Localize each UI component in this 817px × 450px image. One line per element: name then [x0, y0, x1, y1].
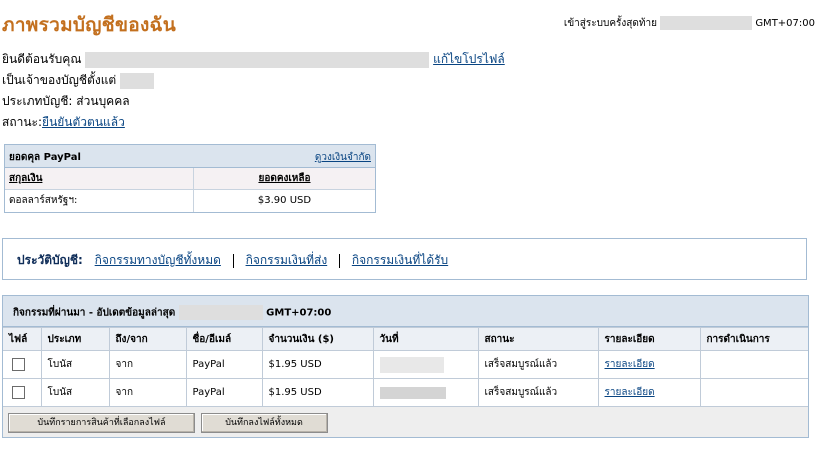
divider: [232, 253, 234, 268]
view-limits-link[interactable]: ดูวงเงินจำกัด: [315, 150, 371, 165]
redacted-last-login-date: [660, 16, 753, 30]
recent-activity-title-text: กิจกรรมที่ผ่านมา - อัปเดตข้อมูลล่าสุด: [13, 307, 176, 319]
redacted-date: [379, 356, 444, 373]
balance-amount: $3.90 USD: [257, 195, 312, 206]
row-name: PayPal: [185, 378, 263, 407]
row-checkbox[interactable]: [12, 386, 25, 399]
row-amount: $1.95 USD: [261, 350, 374, 379]
col-status: สถานะ: [477, 327, 599, 351]
redacted-owner-since-date: [120, 72, 155, 89]
owner-since-label: เป็นเจ้าของบัญชีตั้งแต่: [2, 73, 117, 87]
col-actions: การดำเนินการ: [699, 327, 808, 351]
last-login-label: เข้าสู่ระบบครั้งสุดท้าย: [563, 18, 657, 29]
activity-header-row: ไฟล์ ประเภท ถึง/จาก ชื่อ/อีเมล์ จำนวนเงิ…: [3, 327, 808, 351]
sent-activity-link[interactable]: กิจกรรมเงินที่ส่ง: [246, 253, 328, 267]
action-buttons: บันทึกรายการสินค้าที่เลือกลงไฟล์ บันทึกล…: [8, 413, 330, 433]
balance-column-headers: สกุลเงิน ยอดคงเหลือ: [5, 168, 375, 190]
col-type: ประเภท: [40, 327, 110, 351]
activity-table: ไฟล์ ประเภท ถึง/จาก ชื่อ/อีเมล์ จำนวนเงิ…: [3, 327, 808, 407]
col-name-email: ชื่อ/อีเมล์: [185, 327, 263, 351]
balance-header: ยอดคุล PayPal ดูวงเงินจำกัด: [5, 145, 375, 168]
redacted-update-date: [178, 305, 263, 320]
row-amount: $1.95 USD: [261, 378, 374, 407]
status-verified-link[interactable]: ยืนยันตัวตนแล้ว: [42, 115, 125, 129]
save-selected-button[interactable]: บันทึกรายการสินค้าที่เลือกลงไฟล์: [8, 413, 195, 433]
col-to-from: ถึง/จาก: [108, 327, 187, 351]
redacted-date: [379, 386, 446, 399]
last-login-timezone: GMT+07:00: [755, 18, 815, 29]
recent-activity-timezone: GMT+07:00: [266, 307, 332, 319]
status-label: สถานะ:: [2, 115, 43, 129]
balance-currency: ดอลลาร์สหรัฐฯ:: [5, 190, 194, 212]
row-to-from: จาก: [108, 378, 187, 407]
balance-title: ยอดคุล PayPal: [9, 152, 81, 163]
table-row: โบนัส จาก PayPal $1.95 USD เสร็จสมบูรณ์แ…: [3, 350, 808, 379]
page-title: ภาพรวมบัญชีของฉัน: [2, 14, 177, 36]
balance-table: ยอดคุล PayPal ดูวงเงินจำกัด สกุลเงิน ยอด…: [4, 144, 376, 213]
received-activity-link[interactable]: กิจกรรมเงินที่ได้รับ: [352, 253, 448, 267]
last-login: เข้าสู่ระบบครั้งสุดท้าย GMT+07:00: [564, 16, 815, 31]
col-amount: จำนวนเงิน ($): [261, 327, 374, 351]
col-details: รายละเอียด: [597, 327, 701, 351]
account-type-value: ส่วนบุคคล: [76, 94, 130, 108]
owner-since-line: เป็นเจ้าของบัญชีตั้งแต่: [2, 71, 155, 90]
account-type-label: ประเภทบัญชี:: [2, 94, 73, 108]
row-status: เสร็จสมบูรณ์แล้ว: [477, 350, 599, 379]
recent-activity-header: กิจกรรมที่ผ่านมา - อัปเดตข้อมูลล่าสุด GM…: [3, 296, 808, 327]
col-file: ไฟล์: [3, 327, 42, 351]
status-line: สถานะ:ยืนยันตัวตนแล้ว: [2, 113, 125, 132]
recent-activity-panel: กิจกรรมที่ผ่านมา - อัปเดตข้อมูลล่าสุด GM…: [2, 295, 809, 438]
save-all-button[interactable]: บันทึกลงไฟล์ทั้งหมด: [200, 413, 328, 433]
row-status: เสร็จสมบูรณ์แล้ว: [477, 378, 599, 407]
all-activity-link[interactable]: กิจกรรมทางบัญชีทั้งหมด: [95, 253, 221, 267]
col-date: วันที่: [372, 327, 479, 351]
row-actions: [699, 378, 808, 407]
row-to-from: จาก: [108, 350, 187, 379]
balance-column-header: ยอดคงเหลือ: [258, 173, 311, 184]
welcome-line: ยินดีต้อนรับคุณ แก้ไขโปรไฟล์: [2, 50, 505, 69]
redacted-user-name: [85, 51, 430, 68]
account-history-box: ประวัติบัญชี: กิจกรรมทางบัญชีทั้งหมด กิจ…: [2, 238, 807, 280]
recent-activity-title: กิจกรรมที่ผ่านมา - อัปเดตข้อมูลล่าสุด GM…: [13, 305, 331, 321]
row-actions: [699, 350, 808, 379]
row-details-link[interactable]: รายละเอียด: [605, 359, 655, 370]
row-checkbox[interactable]: [12, 358, 25, 371]
row-type: โบนัส: [40, 378, 110, 407]
row-name: PayPal: [185, 350, 263, 379]
edit-profile-link[interactable]: แก้ไขโปรไฟล์: [433, 52, 505, 66]
balance-row: ดอลลาร์สหรัฐฯ: $3.90 USD: [5, 190, 375, 212]
currency-column-header: สกุลเงิน: [5, 168, 194, 189]
account-type-line: ประเภทบัญชี: ส่วนบุคคล: [2, 92, 130, 111]
row-type: โบนัส: [40, 350, 110, 379]
divider: [339, 253, 341, 268]
welcome-label: ยินดีต้อนรับคุณ: [2, 52, 82, 66]
account-history-label: ประวัติบัญชี:: [17, 253, 83, 267]
table-row: โบนัส จาก PayPal $1.95 USD เสร็จสมบูรณ์แ…: [3, 378, 808, 407]
row-details-link[interactable]: รายละเอียด: [605, 387, 655, 398]
